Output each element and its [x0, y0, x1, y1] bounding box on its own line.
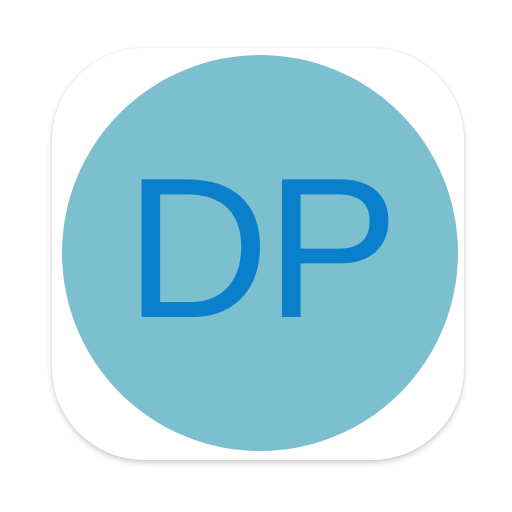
monogram-letters: DP — [125, 137, 399, 360]
monogram-text: DP — [62, 55, 458, 451]
